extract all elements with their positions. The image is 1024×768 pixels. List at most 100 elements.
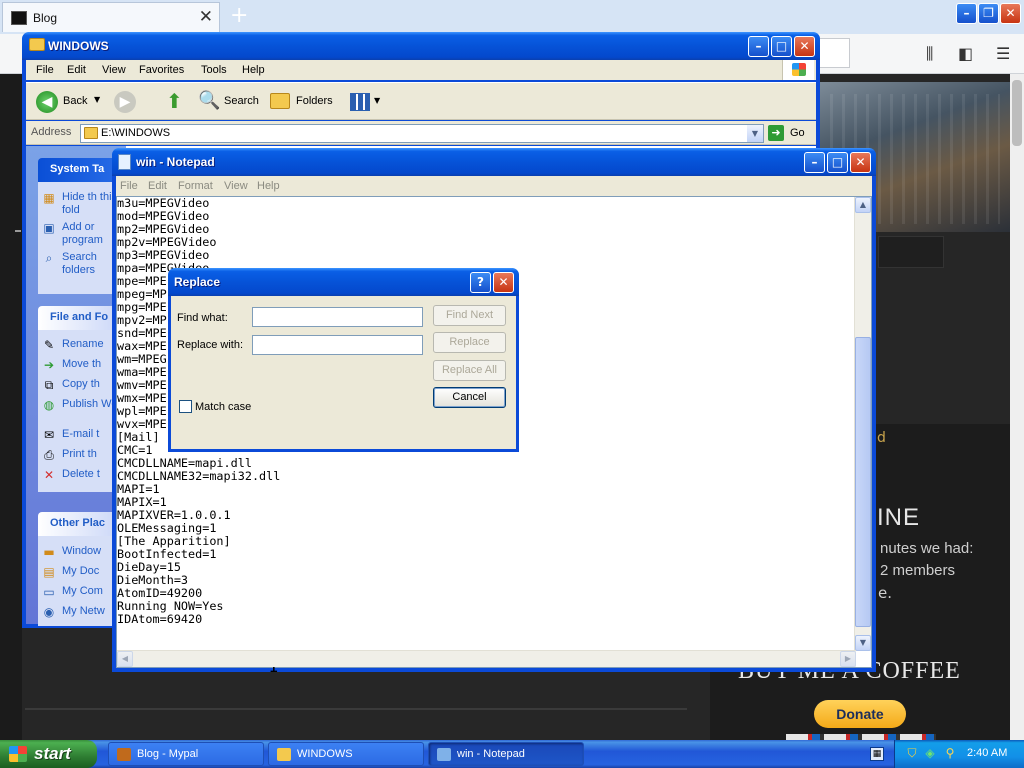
webpage-widget-box xyxy=(878,236,944,268)
browser-url-field[interactable] xyxy=(820,38,850,68)
replace-all-button[interactable]: Replace All xyxy=(433,360,506,381)
views-icon[interactable] xyxy=(350,93,370,111)
start-button[interactable]: start xyxy=(0,740,97,768)
search-tray-icon[interactable]: ⚲ xyxy=(943,746,957,760)
menu-file[interactable]: File xyxy=(36,64,54,76)
donate-button[interactable]: Donate xyxy=(814,700,906,728)
scroll-thumb[interactable] xyxy=(855,337,871,627)
explorer-title-bar[interactable]: WINDOWS – □ ✕ xyxy=(22,32,820,60)
taskbar-item-notepad[interactable]: win - Notepad xyxy=(428,742,584,766)
address-dropdown-icon[interactable]: ▼ xyxy=(747,125,763,142)
find-next-button[interactable]: Find Next xyxy=(433,305,506,326)
sidebar-icon[interactable]: ◧ xyxy=(958,44,973,63)
library-icon[interactable]: ⫼ xyxy=(926,44,933,64)
replace-dialog-title: Replace xyxy=(174,275,221,289)
menu-view[interactable]: View xyxy=(102,64,126,76)
notepad-vertical-scrollbar[interactable]: ▲ ▼ xyxy=(854,197,871,651)
match-case-label[interactable]: Match case xyxy=(195,401,251,413)
replace-dialog-title-bar[interactable]: Replace ? ✕ xyxy=(168,268,519,296)
browser-close-button[interactable]: ✕ xyxy=(1000,3,1021,24)
explorer-menu-bar: File Edit View Favorites Tools Help xyxy=(26,60,816,80)
replace-with-input[interactable] xyxy=(252,335,423,355)
address-input[interactable]: E:\WINDOWS ▼ xyxy=(80,124,764,143)
search-icon[interactable]: 🔍 xyxy=(198,91,220,111)
browser-scroll-thumb[interactable] xyxy=(1012,80,1022,146)
browser-restore-button[interactable]: ❐ xyxy=(978,3,999,24)
back-button-label[interactable]: Back xyxy=(63,95,87,107)
delete-icon: ✕ xyxy=(43,468,55,482)
notepad-maximize-button[interactable]: □ xyxy=(827,152,848,173)
search-button-label[interactable]: Search xyxy=(224,95,259,107)
notepad-menu-file[interactable]: File xyxy=(120,180,138,192)
copy-icon: ⧉ xyxy=(44,378,54,392)
help-button[interactable]: ? xyxy=(470,272,491,293)
explorer-close-button[interactable]: ✕ xyxy=(794,36,815,57)
match-case-checkbox[interactable] xyxy=(179,400,192,413)
menu-favorites[interactable]: Favorites xyxy=(139,64,184,76)
up-folder-icon[interactable]: ⬆ xyxy=(166,90,186,112)
browser-minimize-button[interactable]: – xyxy=(956,3,977,24)
windows-folder-icon: ▬ xyxy=(43,545,55,559)
folders-icon[interactable] xyxy=(270,93,290,109)
explorer-maximize-button[interactable]: □ xyxy=(771,36,792,57)
scroll-up-button[interactable]: ▲ xyxy=(855,197,871,213)
notepad-icon xyxy=(118,154,131,170)
browser-tab-blog[interactable]: Blog ✕ xyxy=(2,2,220,32)
browser-scrollbar[interactable] xyxy=(1010,74,1024,740)
notepad-title-bar[interactable]: win - Notepad – □ ✕ xyxy=(112,148,876,176)
address-label: Address xyxy=(31,126,72,138)
find-what-input[interactable] xyxy=(252,307,423,327)
browser-tab-bar: Blog ✕ + – ❐ ✕ xyxy=(0,0,1024,34)
notepad-line: [The Apparition] xyxy=(117,534,231,548)
replace-with-label: Replace with: xyxy=(177,339,244,351)
notepad-minimize-button[interactable]: – xyxy=(804,152,825,173)
explorer-task-pane: System Ta ▦ Hide th this fold ▣ Add or p… xyxy=(26,146,128,626)
notepad-horizontal-scrollbar[interactable]: ◀ ▶ xyxy=(117,650,856,667)
search-files-icon: ⌕ xyxy=(45,251,53,265)
new-tab-icon[interactable]: + xyxy=(230,3,248,28)
folders-button-label[interactable]: Folders xyxy=(296,95,333,107)
rename-icon: ✎ xyxy=(43,338,55,352)
scroll-right-button[interactable]: ▶ xyxy=(840,651,856,667)
forward-arrow-icon[interactable]: ▶ xyxy=(114,91,136,113)
replace-button[interactable]: Replace xyxy=(433,332,506,353)
scroll-down-button[interactable]: ▼ xyxy=(855,635,871,651)
notepad-menu-edit[interactable]: Edit xyxy=(148,180,167,192)
notepad-menu-bar: File Edit Format View Help xyxy=(116,176,872,196)
menu-help[interactable]: Help xyxy=(242,64,265,76)
taskbar-item-blog[interactable]: Blog - Mypal xyxy=(108,742,264,766)
start-label: start xyxy=(34,744,71,763)
cancel-button[interactable]: Cancel xyxy=(433,387,506,408)
webpage-divider xyxy=(25,708,687,710)
notepad-menu-view[interactable]: View xyxy=(224,180,248,192)
browser-tab-title: Blog xyxy=(33,11,58,25)
notepad-line: mp2=MPEGVideo xyxy=(117,222,210,236)
go-button-label[interactable]: Go xyxy=(790,127,805,139)
menu-icon[interactable]: ☰ xyxy=(996,44,1010,63)
shield-icon[interactable]: ⛉ xyxy=(905,746,919,760)
print-icon: ⎙ xyxy=(44,448,54,462)
views-dropdown-icon[interactable]: ▼ xyxy=(374,96,380,105)
dialog-close-button[interactable]: ✕ xyxy=(493,272,514,293)
menu-tools[interactable]: Tools xyxy=(201,64,227,76)
menu-edit[interactable]: Edit xyxy=(67,64,86,76)
who-online-heading: INE xyxy=(877,504,921,531)
keyboard-layout-icon[interactable]: ▦ xyxy=(870,747,884,761)
email-icon: ✉ xyxy=(43,428,55,442)
go-arrow-icon[interactable]: ➜ xyxy=(768,125,784,141)
explorer-title: WINDOWS xyxy=(48,39,109,53)
back-dropdown-icon[interactable]: ▼ xyxy=(94,95,100,104)
system-tray: ⛉ ◈ ⚲ 2:40 AM xyxy=(894,740,1024,768)
notepad-line: mp2v=MPEGVideo xyxy=(117,235,217,249)
explorer-minimize-button[interactable]: – xyxy=(748,36,769,57)
windows-logo-icon xyxy=(782,60,814,80)
notepad-menu-help[interactable]: Help xyxy=(257,180,280,192)
notepad-close-button[interactable]: ✕ xyxy=(850,152,871,173)
close-tab-icon[interactable]: ✕ xyxy=(199,7,213,27)
scroll-left-button[interactable]: ◀ xyxy=(117,651,133,667)
network-icon[interactable]: ◈ xyxy=(923,746,937,760)
notepad-menu-format[interactable]: Format xyxy=(178,180,213,192)
taskbar-item-windows[interactable]: WINDOWS xyxy=(268,742,424,766)
online-members-text: 2 members xyxy=(880,562,956,579)
back-arrow-icon[interactable]: ◀ xyxy=(36,91,58,113)
